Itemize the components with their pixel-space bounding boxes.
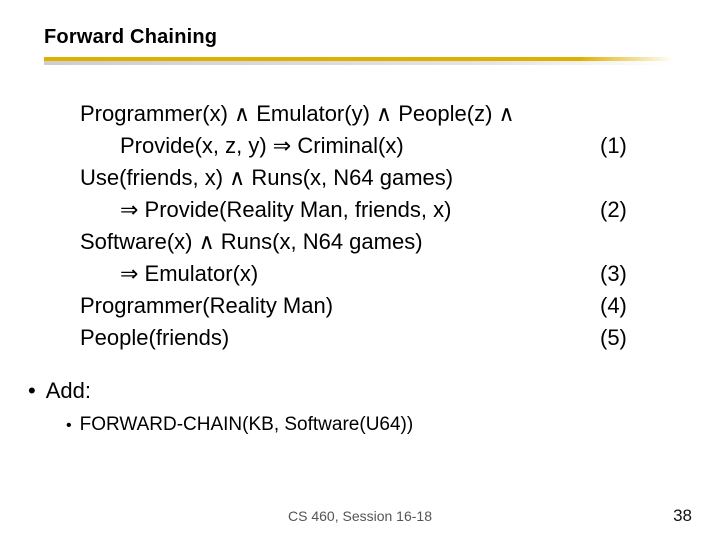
rule-4: Programmer(Reality Man) xyxy=(80,290,590,322)
rule-1-line-2: Provide(x, z, y) ⇒ Criminal(x) xyxy=(80,130,590,162)
rule-5: People(friends) xyxy=(80,322,590,354)
add-label: Add: xyxy=(46,378,91,404)
rule-3-number: (3) xyxy=(590,258,640,290)
slide-title: Forward Chaining xyxy=(44,26,644,49)
rule-3-line-2: ⇒ Emulator(x) xyxy=(80,258,590,290)
rule-2-line-2: ⇒ Provide(Reality Man, friends, x) xyxy=(80,194,590,226)
rule-3-line-1: Software(x) ∧ Runs(x, N64 games) xyxy=(80,226,640,258)
footer-text: CS 460, Session 16-18 xyxy=(0,508,720,524)
sub-bullet-icon: • xyxy=(66,417,72,435)
add-sub: FORWARD-CHAIN(KB, Software(U64)) xyxy=(80,414,414,436)
rule-2-number: (2) xyxy=(590,194,640,226)
rule-4-number: (4) xyxy=(590,290,640,322)
rule-1-line-1: Programmer(x) ∧ Emulator(y) ∧ People(z) … xyxy=(80,98,640,130)
title-underline xyxy=(44,53,674,67)
bullet-icon: • xyxy=(28,380,36,402)
add-block: • Add: • FORWARD-CHAIN(KB, Software(U64)… xyxy=(28,378,413,436)
rule-2-line-1: Use(friends, x) ∧ Runs(x, N64 games) xyxy=(80,162,640,194)
rule-1-number: (1) xyxy=(590,130,640,162)
rules-block: Programmer(x) ∧ Emulator(y) ∧ People(z) … xyxy=(80,98,640,354)
rule-5-number: (5) xyxy=(590,322,640,354)
page-number: 38 xyxy=(673,506,692,526)
